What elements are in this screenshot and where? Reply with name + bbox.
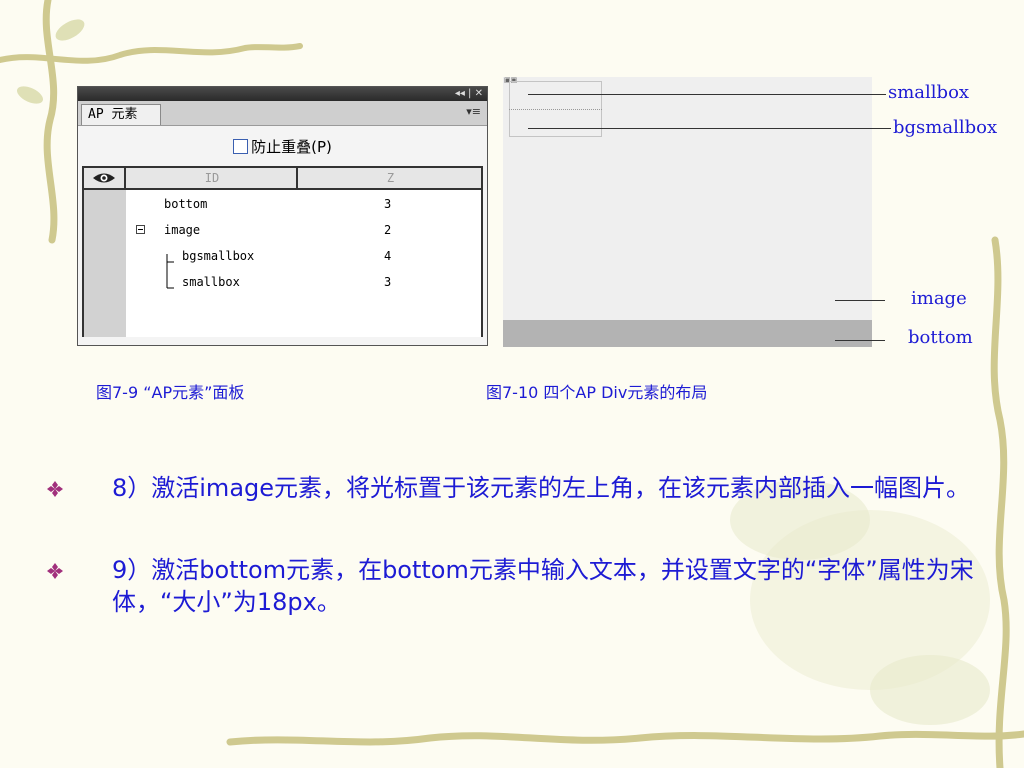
leader-line-smallbox	[528, 94, 886, 95]
table-row[interactable]: bottom 3	[126, 192, 481, 216]
bullet-text: 8）激活image元素，将光标置于该元素的左上角，在该元素内部插入一幅图片。	[112, 474, 971, 502]
row-z: 2	[384, 223, 392, 237]
visibility-column	[84, 190, 126, 337]
row-id: bgsmallbox	[182, 249, 255, 263]
ap-elements-panel: ◂◂ | ✕ AP 元素 ▾≡ 防止重叠(P) ID Z bottom 3 im…	[77, 86, 488, 346]
ap-elements-table: ID Z bottom 3 image 2 bgsmallbox 4 small…	[82, 166, 483, 337]
row-z: 4	[384, 249, 392, 263]
column-header-z[interactable]: Z	[300, 168, 481, 188]
tab-ap-elements[interactable]: AP 元素	[81, 104, 161, 125]
prevent-overlap-checkbox[interactable]	[233, 139, 249, 154]
leader-line-image	[835, 300, 885, 301]
table-row[interactable]: image 2	[126, 218, 481, 242]
panel-tab-row: AP 元素 ▾≡	[78, 101, 487, 126]
prevent-overlap-row[interactable]: 防止重叠(P)	[78, 136, 487, 158]
caption-fig-7-10: 图7-10 四个AP Div元素的布局	[486, 383, 708, 402]
row-z: 3	[384, 197, 392, 211]
smallbox-div-border	[509, 109, 602, 110]
diamond-bullet-icon	[47, 563, 63, 579]
panel-body: 防止重叠(P) ID Z bottom 3 image 2 bgsmallbox…	[78, 126, 487, 345]
row-id: bottom	[164, 197, 208, 211]
leader-line-bgsmallbox	[528, 128, 891, 129]
label-bottom: bottom	[908, 327, 973, 348]
leader-line-bottom	[835, 340, 885, 341]
panel-titlebar: ◂◂ | ✕	[78, 87, 487, 101]
label-smallbox: smallbox	[888, 82, 970, 103]
diamond-bullet-icon	[47, 481, 63, 497]
visibility-column-header[interactable]	[84, 168, 126, 188]
bottom-div[interactable]	[503, 320, 872, 347]
prevent-overlap-label: 防止重叠(P)	[251, 138, 332, 156]
menu-icon[interactable]: ▾≡	[466, 105, 481, 118]
column-header-id[interactable]: ID	[128, 168, 298, 188]
row-id: smallbox	[182, 275, 240, 289]
collapse-close-icons[interactable]: ◂◂ | ✕	[455, 87, 483, 101]
row-id: image	[164, 223, 201, 237]
collapse-icon[interactable]	[136, 225, 145, 234]
eye-icon	[93, 173, 115, 183]
table-row[interactable]: smallbox 3	[126, 270, 481, 294]
label-bgsmallbox: bgsmallbox	[893, 117, 998, 138]
table-header: ID Z	[84, 168, 481, 190]
table-row[interactable]: bgsmallbox 4	[126, 244, 481, 268]
ap-div-layout-preview: ▣▣	[503, 77, 872, 347]
bullet-text: 9）激活bottom元素，在bottom元素中输入文本，并设置文字的“字体”属性…	[112, 556, 974, 616]
caption-fig-7-9: 图7-9 “AP元素”面板	[96, 383, 245, 402]
row-z: 3	[384, 275, 392, 289]
label-image: image	[911, 288, 967, 309]
